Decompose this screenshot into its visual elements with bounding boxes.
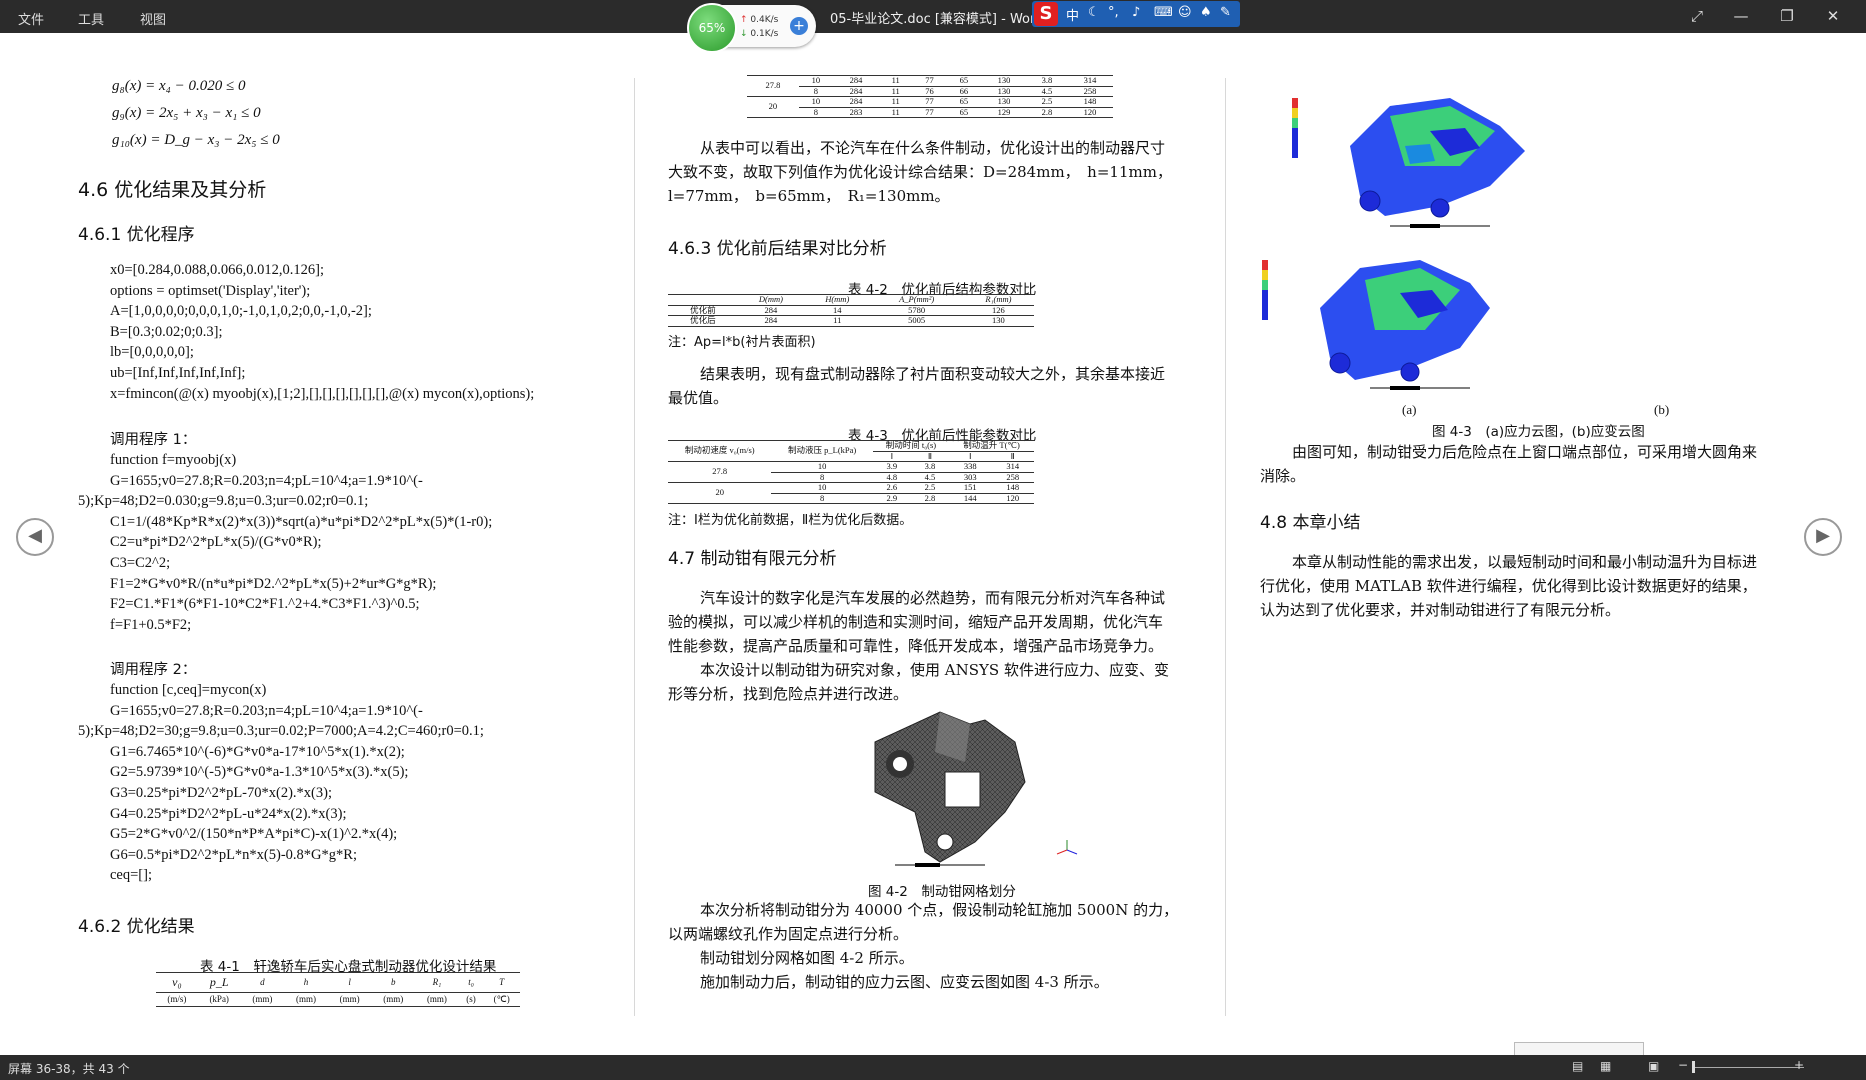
minimize-button[interactable]: — [1730, 6, 1752, 26]
paragraph-mesh-line2: 以两端螺纹孔作为固定点进行分析。 [668, 925, 909, 943]
paragraph-fea-line4: 本次设计以制动钳为研究对象，使用 ANSYS 软件进行应力、应变、变 [700, 661, 1169, 679]
paragraph-fea-line2: 验的模拟，可以减少样机的制造和实测时间，缩短产品开发周期，优化汽车 [668, 613, 1164, 631]
paragraph-results-line2: 大致不变，故取下列值作为优化设计综合结果：D=284mm， h=11mm， [668, 163, 1172, 181]
heading-4-7: 4.7 制动钳有限元分析 [668, 549, 837, 569]
next-page-button[interactable]: ▶ [1804, 518, 1842, 556]
sogou-logo-icon: S [1034, 2, 1058, 26]
menu-tools[interactable]: 工具 [78, 9, 104, 28]
stress-contour-image [1292, 98, 1525, 228]
close-button[interactable]: ✕ [1822, 6, 1844, 26]
status-bar: 屏幕 36-38，共 43 个 ▤ ▦ ▣ − + [0, 1055, 1866, 1080]
web-layout-icon[interactable]: ▣ [1648, 1059, 1659, 1073]
network-speed-widget[interactable]: 65% ↑ 0.4K/s ↓ 0.1K/s + [687, 3, 816, 53]
subroutine-2-label: 调用程序 2： [110, 662, 197, 678]
paragraph-fea-line3: 性能参数，提高产品质量和可靠性，降低开发成本，增强产品市场竞争力。 [668, 637, 1164, 655]
horizontal-scrollbar[interactable] [1514, 1042, 1644, 1056]
formula-g9: g₉(x) = 2x₅ + x₃ − x₁ ≤ 0 [112, 105, 261, 121]
table-4-3-note: 注：Ⅰ栏为优化前数据，Ⅱ栏为优化后数据。 [668, 513, 913, 528]
page-divider [634, 78, 635, 1016]
paragraph-mesh-line1: 本次分析将制动钳分为 40000 个点，假设制动轮缸施加 5000N 的力， [700, 901, 1179, 919]
skin-icon[interactable]: ☺ [1178, 5, 1192, 20]
paragraph-conclusion-line1: 结果表明，现有盘式制动器除了衬片面积变动较大之外，其余基本接近 [700, 365, 1166, 383]
table-4-1: v₀ p_L d h l b R₁ t₀ T (m/s) (kPa) (mm) (mm) (mm) (mm… [156, 972, 520, 1007]
subroutine-1-label: 调用程序 1： [110, 432, 197, 448]
download-speed: ↓ 0.1K/s [740, 29, 779, 39]
zoom-in-icon[interactable]: + [1794, 1058, 1804, 1072]
moon-icon[interactable]: ☾ [1088, 5, 1100, 20]
formula-g10: g₁₀(x) = D_g − x₃ − 2x₅ ≤ 0 [112, 132, 280, 148]
figure-4-2-caption: 图 4-2 制动钳网格划分 [868, 884, 1016, 900]
title-bar: 文件 工具 视图 05-毕业论文.doc [兼容模式] - Word S 中 ☾… [0, 0, 1866, 33]
paragraph-summary-line2: 行优化，使用 MATLAB 软件进行编程，优化得到比设计数据更好的结果， [1260, 577, 1757, 595]
code-block-constraints: function [c,ceq]=mycon(x) G=1655;v0=27.8… [78, 682, 484, 884]
paragraph-conclusion-line2: 最优值。 [668, 389, 729, 407]
strain-contour-image [1262, 260, 1490, 390]
restore-button[interactable]: ❐ [1776, 6, 1798, 26]
document-title: 05-毕业论文.doc [兼容模式] - Word [830, 12, 1044, 27]
figure-label-a: (a) [1402, 402, 1417, 417]
read-mode-icon[interactable]: ▤ [1572, 1059, 1583, 1073]
table-4-1-continued: 27.8 10 284 11 77 65 130 3.8 314 8 284 11 76 66 130 4.… [747, 75, 1113, 118]
heading-4-6-3: 4.6.3 优化前后结果对比分析 [668, 239, 887, 259]
code-block-main: x0=[0.284,0.088,0.066,0.012,0.126]; optio… [110, 262, 535, 402]
zoom-slider[interactable] [1694, 1067, 1804, 1068]
brake-caliper-mesh-image [874, 711, 1078, 867]
page-divider [1225, 78, 1226, 1016]
ime-toolbar[interactable]: S 中 ☾ °, ♪ ⌨ ☺ ♠ ✎ [1032, 1, 1240, 27]
heading-4-6: 4.6 优化结果及其分析 [78, 179, 267, 201]
punctuation-icon[interactable]: °, [1108, 5, 1119, 20]
paragraph-danger-line2: 消除。 [1260, 467, 1306, 485]
zoom-out-icon[interactable]: − [1678, 1058, 1688, 1072]
figure-4-3-caption: 图 4-3 (a)应力云图，(b)应变云图 [1432, 424, 1645, 440]
menu-file[interactable]: 文件 [18, 9, 44, 28]
keyboard-icon[interactable]: ⌨ [1154, 5, 1173, 20]
heading-4-6-1: 4.6.1 优化程序 [78, 225, 195, 245]
table-4-3: 制动初速度 v₀(m/s) 制动液压 p_L(kPa) 制动时间 t₀(s) 制动温升… [668, 440, 1034, 504]
paragraph-mesh-line4: 施加制动力后，制动钳的应力云图、应变云图如图 4-3 所示。 [700, 973, 1109, 991]
wrench-icon[interactable]: ✎ [1220, 5, 1231, 20]
paragraph-results-line3: l=77mm， b=65mm， R₁=130mm。 [668, 187, 950, 205]
print-layout-icon[interactable]: ▦ [1600, 1059, 1611, 1073]
network-percent: 65% [687, 3, 737, 53]
page-count: 屏幕 36-38，共 43 个 [8, 1062, 130, 1076]
plus-icon[interactable]: + [790, 17, 808, 35]
microphone-icon[interactable]: ♪ [1132, 5, 1140, 20]
zoom-slider-thumb[interactable] [1692, 1061, 1695, 1073]
figure-label-b: (b) [1654, 402, 1670, 417]
paragraph-results-line1: 从表中可以看出，不论汽车在什么条件制动，优化设计出的制动器尺寸 [700, 139, 1166, 157]
table-4-2-note: 注：Ap=l*b(衬片表面积) [668, 335, 816, 350]
heading-4-8: 4.8 本章小结 [1260, 513, 1361, 533]
upload-speed: ↑ 0.4K/s [740, 15, 779, 25]
shirt-icon[interactable]: ♠ [1200, 5, 1212, 20]
menu-view[interactable]: 视图 [140, 9, 166, 28]
paragraph-fea-line1: 汽车设计的数字化是汽车发展的必然趋势，而有限元分析对汽车各种试 [700, 589, 1166, 607]
paragraph-danger-line1: 由图可知，制动钳受力后危险点在上窗口端点部位，可采用增大圆角来 [1292, 443, 1758, 461]
paragraph-summary-line3: 认为达到了优化要求，并对制动钳进行了有限元分析。 [1260, 601, 1621, 619]
table-4-2: D(mm) H(mm) A_P(mm²) R₁(mm) 优化前 284 14 5780 126… [668, 294, 1034, 327]
fullscreen-icon[interactable]: ⤢ [1686, 6, 1708, 26]
paragraph-summary-line1: 本章从制动性能的需求出发，以最短制动时间和最小制动温升为目标进 [1292, 553, 1758, 571]
previous-page-button[interactable]: ◀ [16, 518, 54, 556]
formula-g8: g₈(x) = x₄ − 0.020 ≤ 0 [112, 78, 246, 94]
code-block-objective: function f=myoobj(x) G=1655;v0=27.8;R=0.… [78, 452, 493, 633]
ime-language[interactable]: 中 [1066, 5, 1079, 24]
paragraph-mesh-line3: 制动钳划分网格如图 4-2 所示。 [700, 949, 914, 967]
heading-4-6-2: 4.6.2 优化结果 [78, 917, 195, 937]
